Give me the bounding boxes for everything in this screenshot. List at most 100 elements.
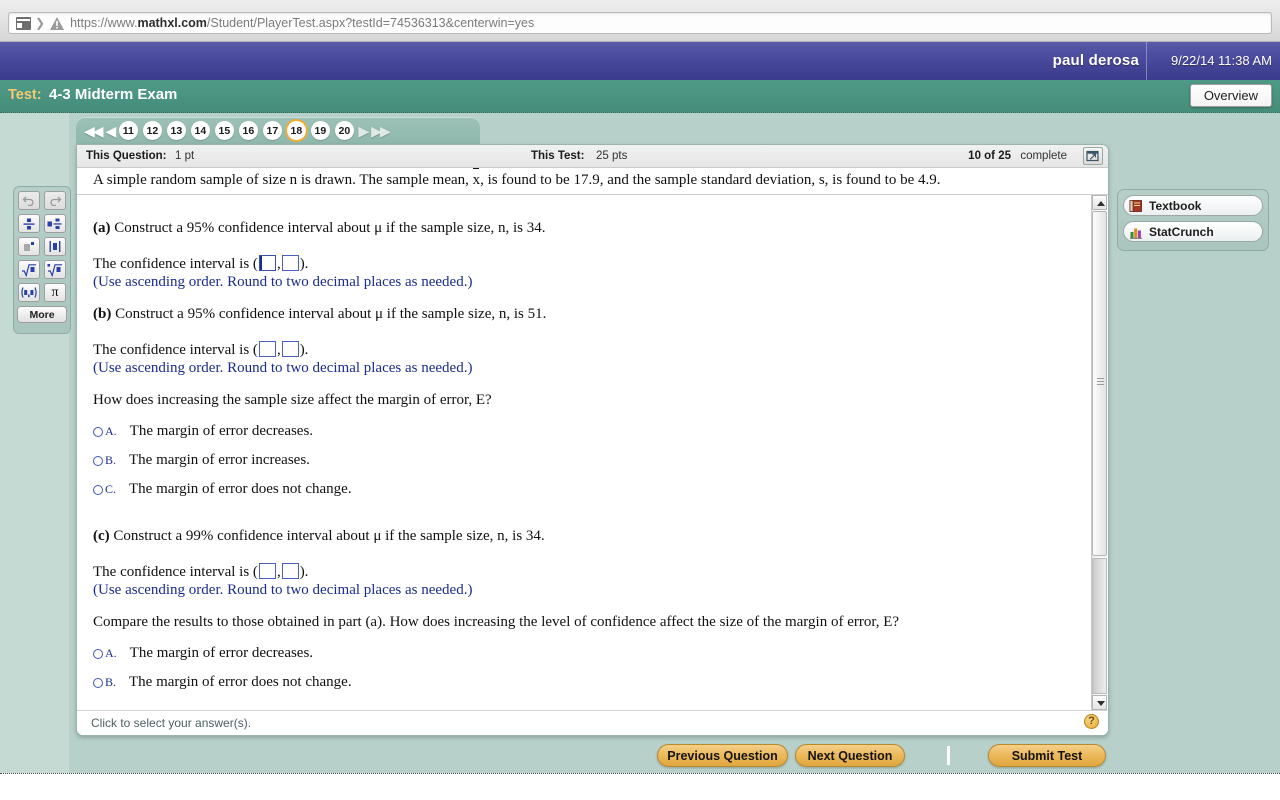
math-palette: π More: [13, 186, 71, 334]
user-name: paul derosa: [1052, 52, 1139, 69]
part-a-note: (Use ascending order. Round to two decim…: [93, 274, 473, 290]
radio-icon[interactable]: [93, 455, 103, 466]
test-bar: Test: 4-3 Midterm Exam Overview: [0, 80, 1280, 113]
progress-count: 10 of 25: [968, 150, 1011, 162]
part-b-option-b[interactable]: B. The margin of error increases.: [93, 452, 310, 469]
interval-notation-icon[interactable]: [18, 283, 40, 302]
page-icon: [16, 16, 31, 30]
question-number-16[interactable]: 16: [238, 121, 258, 140]
part-c-lower-bound-input[interactable]: [258, 563, 276, 579]
question-card-footer: Click to select your answer(s). ?: [77, 710, 1108, 735]
bar-chart-icon: [1129, 225, 1143, 239]
question-number-15[interactable]: 15: [214, 121, 234, 140]
chevron-up-icon: [1096, 201, 1105, 206]
mixed-number-icon[interactable]: [44, 214, 66, 233]
radio-icon[interactable]: [93, 484, 103, 495]
question-number-11[interactable]: 11: [118, 121, 138, 140]
pi-icon[interactable]: π: [44, 283, 66, 302]
scrollbar-thumb[interactable]: [1092, 211, 1107, 556]
previous-question-button[interactable]: Previous Question: [657, 744, 788, 767]
part-c-interval-pre: The confidence interval is (: [93, 564, 258, 580]
tools-panel: Textbook StatCrunch: [1117, 189, 1269, 251]
part-c-upper-bound-input[interactable]: [281, 563, 299, 579]
question-number-17[interactable]: 17: [262, 121, 282, 140]
part-c-option-b-text: The margin of error does not change.: [129, 674, 352, 690]
scroll-down-button[interactable]: [1092, 695, 1107, 710]
part-b-interval-pre: The confidence interval is (: [93, 342, 258, 358]
part-b-option-c[interactable]: C. The margin of error does not change.: [93, 481, 352, 498]
overview-button[interactable]: Overview: [1189, 84, 1272, 107]
part-b-interval-post: ).: [299, 342, 309, 358]
x-bar-symbol: x: [472, 168, 481, 188]
part-b-lower-bound-input[interactable]: [258, 341, 276, 357]
footer-hint-text: Click to select your answer(s).: [91, 716, 252, 730]
part-c-option-a-letter: A.: [105, 646, 117, 660]
question-number-20[interactable]: 20: [334, 121, 354, 140]
next-question-arrow[interactable]: ▶: [358, 124, 369, 138]
question-number-13[interactable]: 13: [166, 121, 186, 140]
question-number-12[interactable]: 12: [142, 121, 162, 140]
test-name: 4-3 Midterm Exam: [49, 86, 178, 103]
question-intro-text: A simple random sample of size n is draw…: [93, 168, 940, 189]
bottom-strip: [0, 773, 1280, 800]
address-bar[interactable]: ❯ https://www.mathxl.com/Student/PlayerT…: [8, 12, 1272, 34]
part-c-option-a[interactable]: A. The margin of error decreases.: [93, 645, 313, 662]
part-a-lower-bound-input[interactable]: [258, 255, 276, 271]
radio-icon[interactable]: [93, 677, 103, 688]
part-a-upper-bound-input[interactable]: [281, 255, 299, 271]
part-c-prompt: (c) Construct a 99% confidence interval …: [93, 528, 545, 545]
book-icon: [1129, 199, 1143, 213]
absolute-value-icon[interactable]: [44, 237, 66, 256]
scroll-up-button[interactable]: [1092, 195, 1107, 210]
radio-icon[interactable]: [93, 426, 103, 437]
nth-root-icon[interactable]: [44, 260, 66, 279]
part-a-label: (a): [93, 220, 111, 236]
last-question-arrow[interactable]: ▶▶: [371, 124, 390, 138]
header-divider: [1146, 42, 1147, 80]
exponent-icon[interactable]: [18, 237, 40, 256]
first-question-arrow[interactable]: ◀◀: [84, 124, 103, 138]
previous-question-arrow[interactable]: ◀: [106, 124, 117, 138]
content-scrollbar[interactable]: [1091, 195, 1107, 710]
part-b-option-a-letter: A.: [105, 424, 117, 438]
part-c-option-b-letter: B.: [105, 675, 117, 689]
part-a-prompt: (a) Construct a 95% confidence interval …: [93, 220, 546, 237]
question-number-19[interactable]: 19: [310, 121, 330, 140]
this-test-points: 25 pts: [596, 150, 628, 162]
redo-icon[interactable]: [44, 191, 66, 210]
part-b-option-b-text: The margin of error increases.: [129, 452, 310, 468]
part-c-option-b[interactable]: B. The margin of error does not change.: [93, 674, 352, 691]
help-icon[interactable]: ?: [1084, 714, 1099, 729]
part-c-interval-line: The confidence interval is (,).: [93, 563, 308, 581]
part-a-interval-mid: ,: [276, 256, 281, 272]
fraction-icon[interactable]: [18, 214, 40, 233]
radio-icon[interactable]: [93, 648, 103, 659]
submit-test-button[interactable]: Submit Test: [988, 744, 1106, 767]
statcrunch-button[interactable]: StatCrunch: [1123, 221, 1263, 242]
question-number-14[interactable]: 14: [190, 121, 210, 140]
part-b-upper-bound-input[interactable]: [281, 341, 299, 357]
question-content-scroll: (a) Construct a 95% confidence interval …: [77, 195, 1084, 710]
part-c-interval-mid: ,: [276, 564, 281, 580]
part-b-option-a[interactable]: A. The margin of error decreases.: [93, 423, 313, 440]
next-question-button[interactable]: Next Question: [795, 744, 905, 767]
square-root-icon[interactable]: [18, 260, 40, 279]
part-c-option-a-text: The margin of error decreases.: [129, 645, 314, 661]
scrollbar-track[interactable]: [1092, 558, 1107, 694]
part-b-option-a-text: The margin of error decreases.: [129, 423, 314, 439]
textbook-label: Textbook: [1149, 198, 1202, 213]
part-b-option-c-letter: C.: [105, 482, 117, 496]
intro-pre: A simple random sample of size n is draw…: [93, 172, 473, 188]
scrollbar-grip-icon: [1097, 378, 1104, 385]
this-test-label: This Test:: [531, 150, 585, 162]
more-palette-button[interactable]: More: [17, 306, 67, 323]
popout-window-icon[interactable]: [1083, 147, 1103, 165]
this-question-points: 1 pt: [175, 150, 195, 162]
textbook-button[interactable]: Textbook: [1123, 195, 1263, 216]
undo-icon[interactable]: [18, 191, 40, 210]
app-header: paul derosa 9/22/14 11:38 AM: [0, 42, 1280, 80]
part-b-prompt: (b) Construct a 95% confidence interval …: [93, 306, 546, 323]
question-number-18[interactable]: 18: [286, 121, 306, 140]
url-text: https://www.mathxl.com/Student/PlayerTes…: [70, 16, 535, 30]
part-b-option-c-text: The margin of error does not change.: [129, 481, 352, 497]
